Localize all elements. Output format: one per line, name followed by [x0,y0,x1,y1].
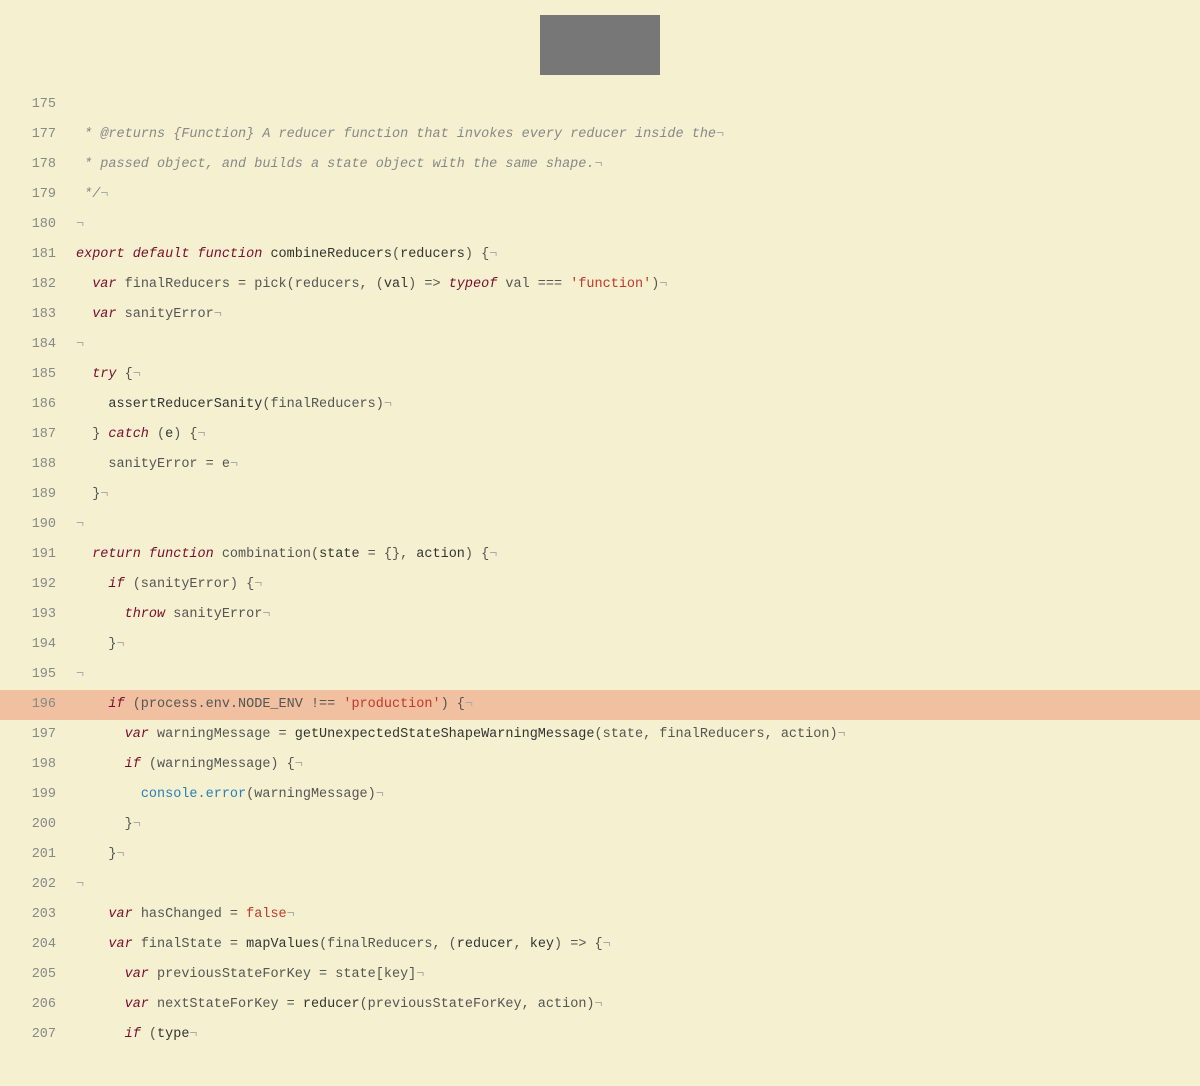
code-line: 183 var sanityError¬ [0,300,1200,330]
line-number: 191 [0,540,72,570]
code-line: 203 var hasChanged = false¬ [0,900,1200,930]
code-line: 205 var previousStateForKey = state[key]… [0,960,1200,990]
line-content: var previousStateForKey = state[key]¬ [72,960,1200,990]
code-line: 182 var finalReducers = pick(reducers, (… [0,270,1200,300]
line-content: console.error(warningMessage)¬ [72,780,1200,810]
line-number: 182 [0,270,72,300]
line-content: sanityError = e¬ [72,450,1200,480]
line-number: 201 [0,840,72,870]
code-line: 191 return function combination(state = … [0,540,1200,570]
line-content: throw sanityError¬ [72,600,1200,630]
code-line: 179 */¬ [0,180,1200,210]
line-number: 200 [0,810,72,840]
line-content: ¬ [72,660,1200,690]
top-bar [0,0,1200,90]
code-line: 192 if (sanityError) {¬ [0,570,1200,600]
code-line: 180 ¬ [0,210,1200,240]
line-content: export default function combineReducers(… [72,240,1200,270]
code-line: 193 throw sanityError¬ [0,600,1200,630]
line-content: var hasChanged = false¬ [72,900,1200,930]
top-block [540,15,660,75]
line-content: if (process.env.NODE_ENV !== 'production… [72,690,1200,720]
code-line: 200 }¬ [0,810,1200,840]
line-number: 183 [0,300,72,330]
line-number: 205 [0,960,72,990]
code-line: 181 export default function combineReduc… [0,240,1200,270]
line-content: */¬ [72,180,1200,210]
line-number: 190 [0,510,72,540]
code-line: 204 var finalState = mapValues(finalRedu… [0,930,1200,960]
code-line: 184 ¬ [0,330,1200,360]
line-number: 204 [0,930,72,960]
line-number: 207 [0,1020,72,1050]
line-content: } catch (e) {¬ [72,420,1200,450]
line-number: 198 [0,750,72,780]
code-editor: 175 177 * @returns {Function} A reducer … [0,0,1200,1086]
line-number: 196 [0,690,72,720]
line-number: 193 [0,600,72,630]
line-number: 199 [0,780,72,810]
line-number: 178 [0,150,72,180]
line-number: 181 [0,240,72,270]
line-number: 177 [0,120,72,150]
code-line: 178 * passed object, and builds a state … [0,150,1200,180]
line-number: 203 [0,900,72,930]
line-content: }¬ [72,810,1200,840]
code-line: 198 if (warningMessage) {¬ [0,750,1200,780]
line-content: ¬ [72,330,1200,360]
code-line: 185 try {¬ [0,360,1200,390]
line-number: 189 [0,480,72,510]
line-number: 186 [0,390,72,420]
line-content: if (sanityError) {¬ [72,570,1200,600]
code-line: 201 }¬ [0,840,1200,870]
line-content: ¬ [72,510,1200,540]
line-content: try {¬ [72,360,1200,390]
code-line: 177 * @returns {Function} A reducer func… [0,120,1200,150]
line-number: 179 [0,180,72,210]
code-line: 189 }¬ [0,480,1200,510]
line-content: return function combination(state = {}, … [72,540,1200,570]
code-line: 186 assertReducerSanity(finalReducers)¬ [0,390,1200,420]
line-content: * @returns {Function} A reducer function… [72,120,1200,150]
code-line: 187 } catch (e) {¬ [0,420,1200,450]
line-content: }¬ [72,840,1200,870]
line-content: var sanityError¬ [72,300,1200,330]
line-content: var nextStateForKey = reducer(previousSt… [72,990,1200,1020]
line-number: 187 [0,420,72,450]
line-number: 188 [0,450,72,480]
code-line: 207 if (type¬ [0,1020,1200,1050]
code-line: 175 [0,90,1200,120]
line-number: 185 [0,360,72,390]
code-line-highlighted: 196 if (process.env.NODE_ENV !== 'produc… [0,690,1200,720]
line-number: 197 [0,720,72,750]
code-line: 195 ¬ [0,660,1200,690]
line-content: if (warningMessage) {¬ [72,750,1200,780]
line-content: assertReducerSanity(finalReducers)¬ [72,390,1200,420]
line-content: var finalReducers = pick(reducers, (val)… [72,270,1200,300]
line-number: 184 [0,330,72,360]
line-number: 206 [0,990,72,1020]
line-content: * passed object, and builds a state obje… [72,150,1200,180]
code-line: 194 }¬ [0,630,1200,660]
line-number: 175 [0,90,72,120]
line-content: var finalState = mapValues(finalReducers… [72,930,1200,960]
line-content: }¬ [72,480,1200,510]
code-line: 197 var warningMessage = getUnexpectedSt… [0,720,1200,750]
line-content: ¬ [72,870,1200,900]
line-number: 194 [0,630,72,660]
code-line: 188 sanityError = e¬ [0,450,1200,480]
line-content: ¬ [72,210,1200,240]
line-content [72,90,1200,120]
line-number: 180 [0,210,72,240]
line-content: if (type¬ [72,1020,1200,1050]
code-line: 202 ¬ [0,870,1200,900]
line-number: 202 [0,870,72,900]
code-line: 190 ¬ [0,510,1200,540]
code-line: 206 var nextStateForKey = reducer(previo… [0,990,1200,1020]
line-content: }¬ [72,630,1200,660]
line-number: 195 [0,660,72,690]
code-line: 199 console.error(warningMessage)¬ [0,780,1200,810]
line-number: 192 [0,570,72,600]
line-content: var warningMessage = getUnexpectedStateS… [72,720,1200,750]
